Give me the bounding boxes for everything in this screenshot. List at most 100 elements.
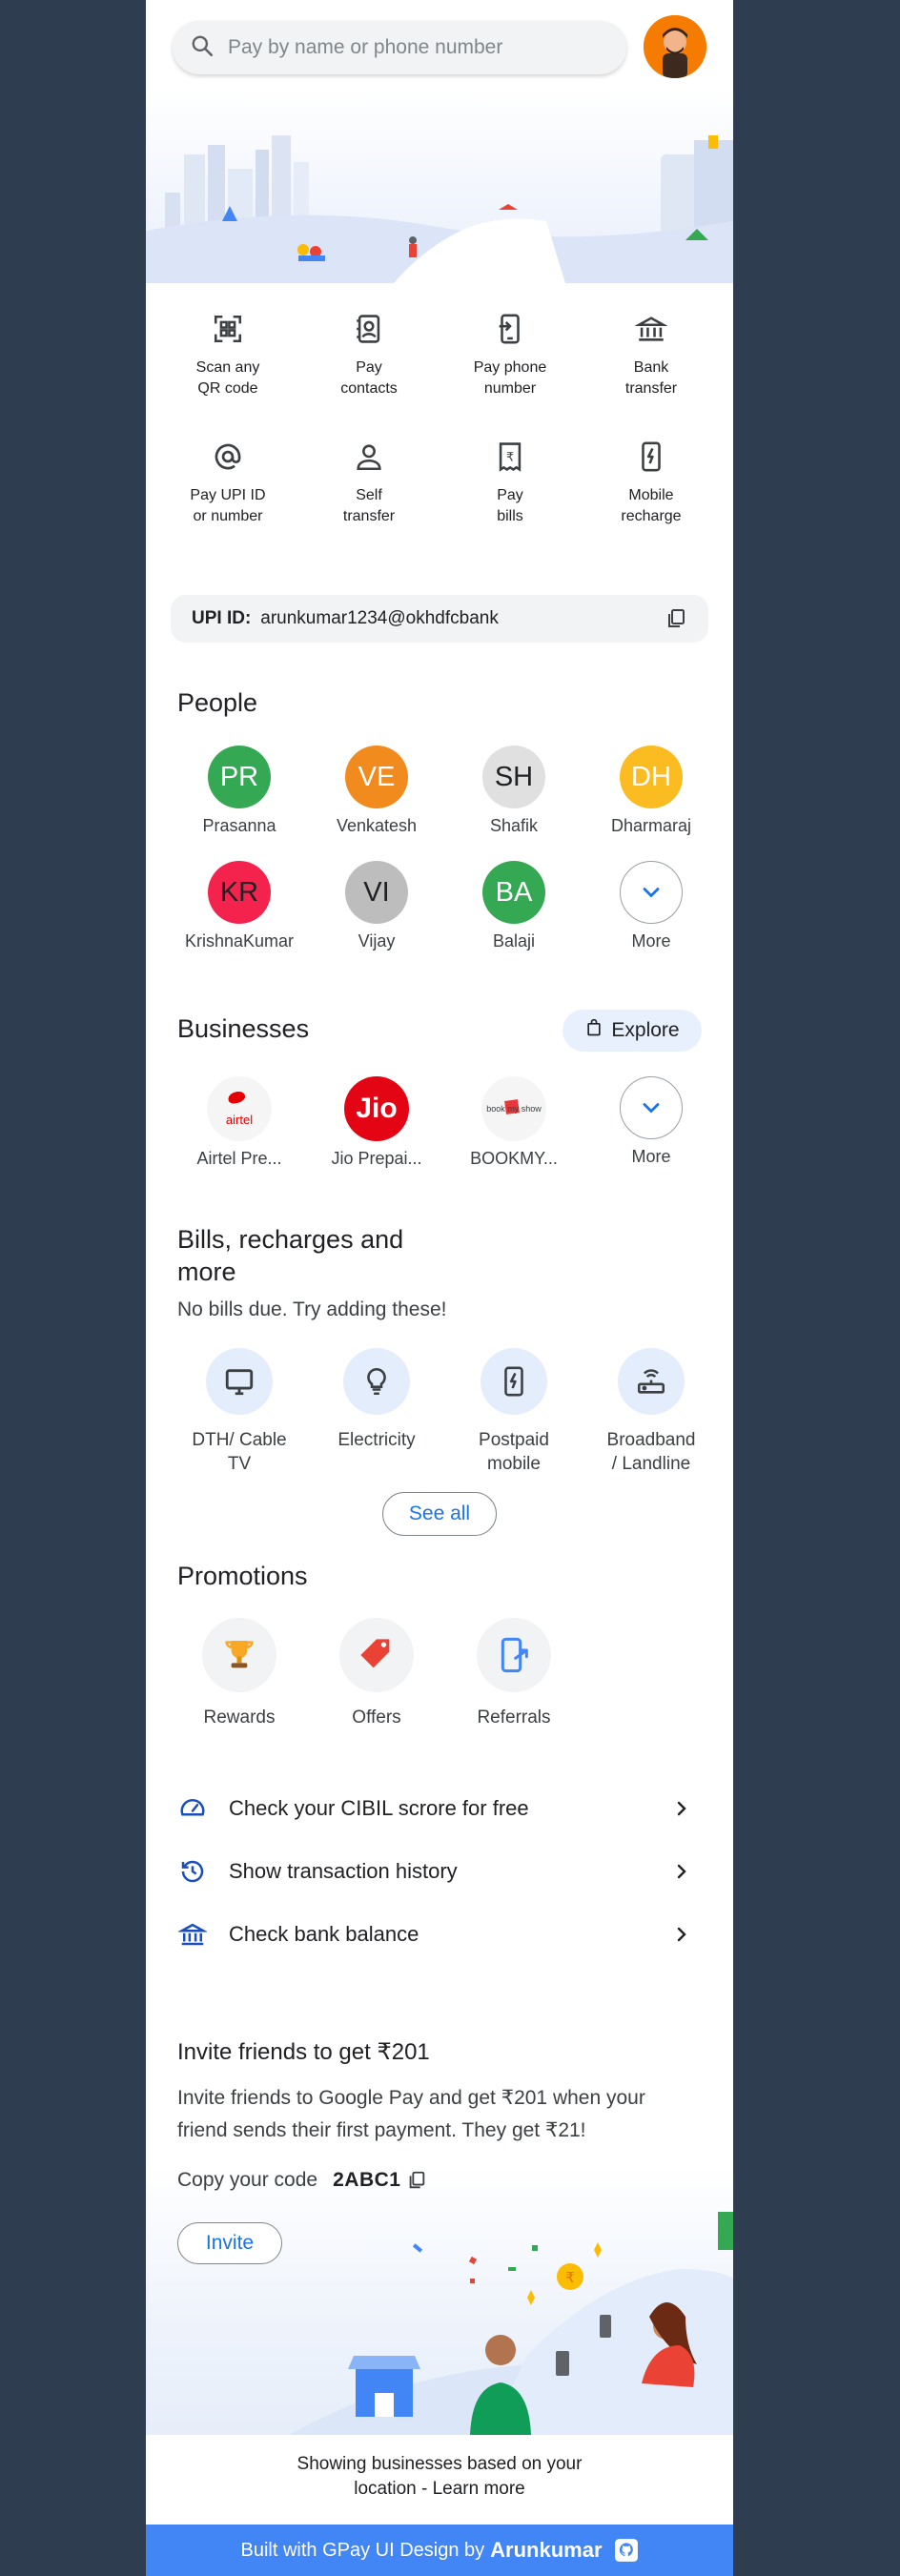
- built-with-bar[interactable]: Built with GPay UI Design by Arunkumar: [146, 2525, 733, 2576]
- upi-id-label: UPI ID:: [192, 608, 252, 628]
- business-jio[interactable]: Jio Jio Prepai...: [308, 1076, 445, 1169]
- trophy-icon: [202, 1618, 276, 1692]
- person-balaji[interactable]: BA Balaji: [445, 861, 583, 951]
- link-label: Show transaction history: [229, 1859, 458, 1883]
- promo-label: Rewards: [203, 1707, 276, 1728]
- referral-icon: [477, 1618, 551, 1692]
- bill-electricity[interactable]: Electricity: [308, 1348, 445, 1476]
- business-airtel[interactable]: airtel Airtel Pre...: [171, 1076, 308, 1169]
- business-name: BOOKMY...: [470, 1149, 558, 1168]
- quick-action-pay-bills[interactable]: ₹ Pay bills: [440, 438, 581, 537]
- businesses-more-button[interactable]: More: [583, 1076, 720, 1169]
- people-more-button[interactable]: More: [583, 861, 720, 951]
- person-dharmaraj[interactable]: DH Dharmaraj: [583, 746, 720, 836]
- person-name: Balaji: [492, 931, 536, 951]
- quick-action-self-transfer[interactable]: Self transfer: [298, 438, 440, 537]
- search-bar[interactable]: [173, 21, 626, 74]
- quick-action-pay-phone[interactable]: Pay phone number: [440, 310, 581, 409]
- promotions-title: Promotions: [177, 1562, 308, 1590]
- jio-logo: Jio: [344, 1076, 409, 1141]
- bulb-icon: [343, 1348, 410, 1415]
- speedometer-icon: [177, 1793, 208, 1824]
- referral-code: 2ABC1: [333, 2169, 401, 2191]
- quick-action-label: Self transfer: [342, 487, 396, 524]
- person-name: KrishnaKumar: [184, 931, 295, 951]
- svg-text:₹: ₹: [506, 450, 514, 464]
- promo-offers[interactable]: Offers: [308, 1618, 445, 1728]
- upi-id-bar: UPI ID: arunkumar1234@okhdfcbank: [171, 595, 708, 643]
- quick-action-label: Pay phone number: [473, 359, 547, 397]
- bill-postpaid-mobile[interactable]: Postpaid mobile: [445, 1348, 583, 1476]
- promo-label: Offers: [352, 1707, 401, 1728]
- bill-broadband[interactable]: Broadband / Landline: [583, 1348, 720, 1476]
- quick-action-label: Pay contacts: [340, 359, 398, 397]
- avatar: DH: [620, 746, 683, 808]
- see-all-button[interactable]: See all: [382, 1492, 497, 1536]
- quick-action-pay-contacts[interactable]: Pay contacts: [298, 310, 440, 409]
- link-bank-balance[interactable]: Check bank balance: [146, 1903, 733, 1966]
- bank-icon: [632, 310, 670, 348]
- tag-icon: [339, 1618, 414, 1692]
- tv-icon: [206, 1348, 273, 1415]
- copy-code-row: Copy your code 2ABC1: [177, 2169, 427, 2192]
- promotions-grid: Rewards Offers Referrals: [171, 1618, 583, 1728]
- chevron-down-icon: [620, 861, 683, 924]
- business-bookmyshow[interactable]: book my show BOOKMY...: [445, 1076, 583, 1169]
- postpaid-mobile-icon: [481, 1348, 547, 1415]
- bookmyshow-logo-text: book my show: [486, 1104, 542, 1114]
- avatar: PR: [208, 746, 271, 808]
- link-cibil-score[interactable]: Check your CIBIL scrore for free: [146, 1777, 733, 1840]
- quick-action-label: Bank transfer: [624, 359, 678, 397]
- invite-button[interactable]: Invite: [177, 2222, 282, 2264]
- contacts-icon: [350, 310, 388, 348]
- bills-subtitle: No bills due. Try adding these!: [177, 1298, 447, 1320]
- person-name: Venkatesh: [336, 816, 418, 835]
- copy-icon[interactable]: [406, 2170, 427, 2191]
- quick-action-scan-qr[interactable]: Scan any QR code: [157, 310, 298, 409]
- business-name: Airtel Pre...: [196, 1149, 282, 1168]
- promo-rewards[interactable]: Rewards: [171, 1618, 308, 1728]
- mobile-recharge-icon: [632, 438, 670, 476]
- person-vijay[interactable]: VI Vijay: [308, 861, 445, 951]
- explore-button[interactable]: Explore: [562, 1010, 702, 1052]
- search-input[interactable]: [228, 36, 590, 59]
- avatar: VE: [345, 746, 408, 808]
- quick-action-bank-transfer[interactable]: Bank transfer: [581, 310, 722, 409]
- person-icon: [350, 438, 388, 476]
- businesses-title: Businesses: [177, 1014, 310, 1043]
- quick-action-mobile-recharge[interactable]: Mobile recharge: [581, 438, 722, 537]
- quick-action-pay-upi[interactable]: Pay UPI ID or number: [157, 438, 298, 537]
- bill-label: Electricity: [338, 1430, 416, 1450]
- location-note-text: Showing businesses based on your locatio…: [297, 2454, 583, 2499]
- bill-icon: ₹: [491, 438, 529, 476]
- app-container: Scan any QR code Pay contacts Pay phone …: [146, 0, 733, 2576]
- qr-scan-icon: [209, 310, 247, 348]
- bill-dth-cable[interactable]: DTH/ Cable TV: [171, 1348, 308, 1476]
- avatar: BA: [482, 861, 545, 924]
- copy-icon[interactable]: [665, 607, 687, 636]
- copy-code-label: Copy your code: [177, 2169, 318, 2191]
- link-transaction-history[interactable]: Show transaction history: [146, 1840, 733, 1903]
- bill-label: Postpaid mobile: [479, 1430, 549, 1474]
- github-icon[interactable]: [614, 2538, 639, 2563]
- businesses-grid: airtel Airtel Pre... Jio Jio Prepai... b…: [171, 1076, 708, 1169]
- promo-referrals[interactable]: Referrals: [445, 1618, 583, 1728]
- person-shafik[interactable]: SH Shafik: [445, 746, 583, 836]
- phone-pay-icon: [491, 310, 529, 348]
- quick-action-label: Scan any QR code: [195, 359, 260, 397]
- quick-action-label: Pay bills: [497, 487, 523, 524]
- chevron-right-icon: [670, 1860, 693, 1888]
- person-prasanna[interactable]: PR Prasanna: [171, 746, 308, 836]
- invite-title: Invite friends to get ₹201: [177, 2039, 430, 2065]
- author-name: Arunkumar: [490, 2538, 603, 2562]
- footer-location-note: Showing businesses based on your locatio…: [146, 2452, 733, 2502]
- profile-avatar[interactable]: [644, 15, 706, 78]
- invite-illustration: ₹: [146, 2164, 733, 2435]
- business-name: Jio Prepai...: [331, 1149, 422, 1168]
- shopping-bag-icon: [584, 1018, 603, 1043]
- chevron-down-icon: [620, 1076, 683, 1139]
- person-krishnakumar[interactable]: KR KrishnaKumar: [171, 861, 308, 951]
- person-venkatesh[interactable]: VE Venkatesh: [308, 746, 445, 836]
- people-grid: PR Prasanna VE Venkatesh SH Shafik DH Dh…: [171, 746, 708, 951]
- svg-text:₹: ₹: [565, 2269, 575, 2286]
